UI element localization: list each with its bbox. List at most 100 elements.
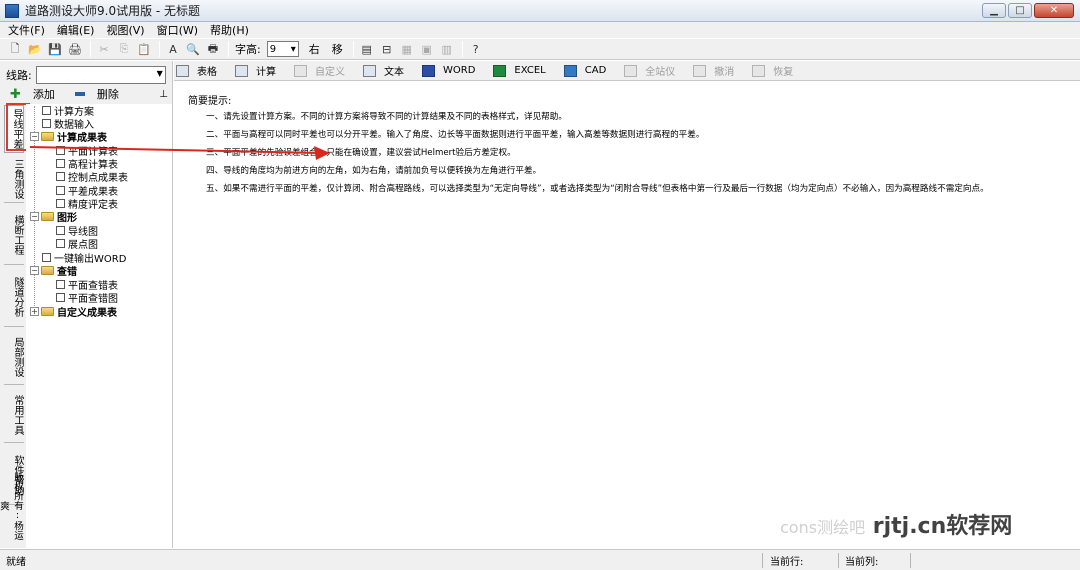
folder-icon	[41, 266, 54, 275]
tree-item-plane-check-map[interactable]: 平面查错图	[56, 291, 118, 305]
delete-icon[interactable]	[74, 92, 85, 96]
total-station-button[interactable]: 全站仪	[624, 63, 675, 78]
hint-document: 简要提示: 一、请先设置计算方案。不同的计算方案将导致不同的计算结果及不同的表格…	[174, 82, 1080, 548]
layout-cascade-icon[interactable]: ▣	[418, 40, 436, 58]
cad-label: CAD	[584, 65, 607, 76]
checkbox-icon	[42, 106, 51, 115]
menu-file[interactable]: 文件(F)	[8, 22, 45, 38]
checkbox-icon	[56, 293, 65, 302]
layout-split-icon[interactable]: ⊟	[378, 40, 396, 58]
toolbar-separator	[461, 41, 463, 57]
delete-button[interactable]: 删除	[97, 86, 119, 102]
excel-button[interactable]: EXCEL	[493, 64, 546, 77]
tree-label: 控制点成果表	[68, 173, 128, 184]
move-button[interactable]: 移	[332, 41, 343, 57]
menu-help[interactable]: 帮助(H)	[210, 22, 249, 38]
route-label: 线路:	[6, 69, 32, 82]
collapse-icon[interactable]: −	[30, 266, 39, 275]
menu-edit[interactable]: 编辑(E)	[57, 22, 95, 38]
status-separator	[838, 553, 839, 568]
menu-window[interactable]: 窗口(W)	[157, 22, 198, 38]
maximize-button[interactable]: □	[1008, 3, 1032, 18]
save-icon[interactable]: 💾	[46, 40, 64, 58]
menu-view[interactable]: 视图(V)	[106, 22, 144, 38]
chevron-down-icon: ▾	[290, 43, 296, 55]
text-icon[interactable]: A	[164, 40, 182, 58]
text-button[interactable]: 文本	[363, 63, 404, 78]
print-preview-icon[interactable]: 🔍	[184, 40, 202, 58]
total-station-label: 全站仪	[645, 67, 676, 78]
hint-line-5: 五、如果不需进行平面的平差，仅计算闭、附合高程路线，可以选择类型为“无定向导线”…	[206, 184, 989, 194]
tab-common-tools[interactable]: 常用工具	[4, 387, 24, 443]
word-button[interactable]: WORD	[422, 64, 475, 77]
tree-folder-check[interactable]: − 查错	[30, 264, 77, 278]
close-button[interactable]: ✕	[1034, 3, 1074, 18]
layout-grid-icon[interactable]: ▥	[438, 40, 456, 58]
cad-button[interactable]: CAD	[563, 64, 607, 77]
print-icon[interactable]: 🖶	[204, 40, 222, 58]
redo-button[interactable]: 恢复	[752, 63, 793, 78]
route-select[interactable]: ▼	[35, 66, 166, 84]
excel-icon	[493, 64, 507, 77]
app-icon	[5, 3, 19, 18]
status-current-col: 当前列:	[845, 556, 879, 568]
tree-folder-results[interactable]: − 计算成果表	[30, 130, 107, 144]
expand-icon[interactable]: +	[30, 307, 39, 316]
undo-button[interactable]: 撤消	[693, 63, 734, 78]
word-icon	[422, 64, 435, 77]
checkbox-icon	[56, 280, 65, 289]
open-folder-icon[interactable]: 📂	[26, 40, 44, 58]
tab-cross-section[interactable]: 横断工程	[4, 205, 24, 265]
tree-item-export-word[interactable]: 一键输出WORD	[42, 251, 126, 265]
hint-line-4: 四、导线的角度均为前进方向的左角，如为右角，请前加负号以便转换为左角进行平差。	[206, 166, 542, 176]
window-controls: ▁ □ ✕	[982, 3, 1074, 18]
tab-local-survey[interactable]: 局部测设	[4, 329, 24, 385]
add-icon[interactable]: ✚	[10, 87, 21, 102]
tree-folder-graphics[interactable]: − 图形	[30, 210, 77, 224]
calc-label: 计算	[256, 67, 276, 78]
status-ready: 就绪	[6, 556, 26, 568]
calc-button[interactable]: 计算	[235, 63, 276, 78]
custom-button[interactable]: 自定义	[294, 63, 345, 78]
font-size-select[interactable]: 9 ▾	[266, 41, 299, 57]
add-button[interactable]: 添加	[33, 86, 55, 102]
collapse-icon[interactable]: −	[30, 212, 39, 221]
hint-line-2: 二、平面与高程可以同时平差也可以分开平差。输入了角度、边长等平面数据则进行平面平…	[206, 130, 705, 140]
minimize-button[interactable]: ▁	[982, 3, 1006, 18]
redo-label: 恢复	[773, 67, 794, 78]
align-right-button[interactable]: 右	[309, 41, 320, 57]
help-icon[interactable]: ?	[467, 40, 485, 58]
status-separator	[910, 553, 911, 568]
document-toolbar: 表格 计算 自定义 文本 WORD EXCEL CAD 全站仪 撤消 恢复	[174, 61, 1080, 81]
checkbox-icon	[56, 159, 65, 168]
toolbar-separator	[352, 41, 354, 57]
cad-icon	[563, 64, 577, 77]
pin-icon[interactable]: ⊥	[159, 89, 168, 100]
paste-icon[interactable]: 📋	[135, 40, 153, 58]
toolbar-separator	[159, 41, 160, 57]
copy-icon[interactable]: ⎘	[115, 40, 133, 58]
tab-triangle-survey[interactable]: 三角测设	[4, 155, 24, 203]
save-all-icon[interactable]: 🖨	[66, 40, 84, 58]
redo-icon	[752, 64, 766, 77]
tree-folder-custom[interactable]: + 自定义成果表	[30, 305, 117, 319]
layout-tile-icon[interactable]: ▦	[398, 40, 416, 58]
new-file-icon[interactable]: 🗋	[6, 40, 24, 58]
text-file-icon	[363, 64, 376, 77]
table-button[interactable]: 表格	[176, 63, 217, 78]
layout-left-icon[interactable]: ▤	[358, 40, 376, 58]
folder-icon	[41, 132, 54, 141]
tree-item-point-map[interactable]: 展点图	[56, 237, 98, 251]
tab-tunnel-analysis[interactable]: 隧道分析	[4, 267, 24, 327]
calculator-icon	[235, 64, 248, 77]
tree-item-control-points[interactable]: 控制点成果表	[56, 170, 128, 184]
cut-icon[interactable]: ✂	[95, 40, 113, 58]
checkbox-icon	[42, 253, 51, 262]
watermark: cons测绘吧 rjtj.cn软荐网	[780, 508, 1012, 540]
chevron-down-icon: ▼	[156, 69, 163, 78]
checkbox-icon	[42, 119, 51, 128]
collapse-icon[interactable]: −	[30, 132, 39, 141]
tab-traverse-adjustment[interactable]: 导线平差	[4, 105, 24, 153]
table-label: 表格	[197, 67, 217, 78]
hint-line-1: 一、请先设置计算方案。不同的计算方案将导致不同的计算结果及不同的表格样式，详见帮…	[206, 112, 567, 122]
